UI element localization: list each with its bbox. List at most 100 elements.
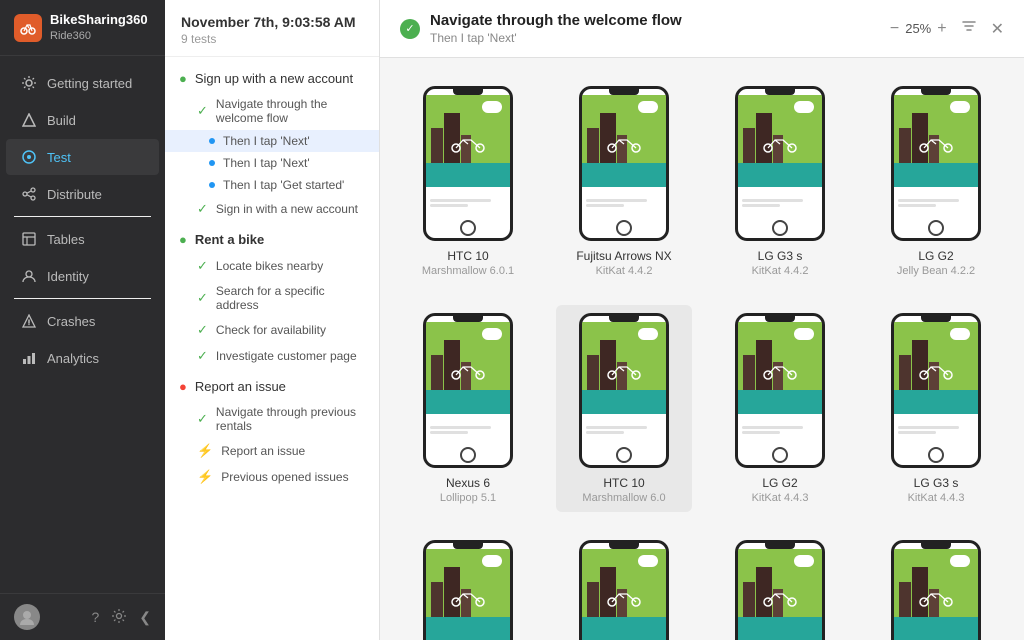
phone-home-btn <box>460 220 476 236</box>
device-card[interactable]: HTC 10 Marshmallow 6.0.1 <box>400 78 536 285</box>
help-icon[interactable]: ? <box>91 609 99 625</box>
device-os: Lollipop 5.1 <box>440 492 496 504</box>
dot-1 <box>209 138 215 144</box>
device-card[interactable]: HTC 10 Marshmallow 6.0 <box>556 305 692 512</box>
check-availability-item[interactable]: ✓ Check for availability <box>165 317 379 343</box>
screen-bottom <box>582 187 666 218</box>
device-card[interactable]: LG G3 s KitKat 4.4.3 <box>868 305 1004 512</box>
report-red-icon: ⚡ <box>197 443 213 459</box>
phone-frame <box>891 540 981 640</box>
cloud-icon <box>950 555 970 567</box>
cloud-icon <box>638 555 658 567</box>
app-subname: Ride360 <box>50 29 148 43</box>
test-icon <box>20 148 38 166</box>
screen-line-2 <box>586 431 624 434</box>
report-issue-item[interactable]: ⚡ Report an issue <box>165 438 379 464</box>
device-grid: HTC 10 Marshmallow 6.0.1 <box>380 58 1024 640</box>
sidebar-item-distribute[interactable]: Distribute <box>6 176 159 212</box>
building1 <box>431 128 443 163</box>
screen-city <box>894 322 978 390</box>
identity-icon <box>20 267 38 285</box>
device-card[interactable]: Fujitsu Arrows NX KitKat 4.4.3 <box>556 532 692 640</box>
sidebar-item-crashes[interactable]: Crashes <box>6 303 159 339</box>
rent-bike-header[interactable]: ● Rent a bike <box>165 226 379 253</box>
collapse-icon[interactable]: ❮ <box>139 609 151 626</box>
sidebar-item-build[interactable]: Build <box>6 102 159 138</box>
sign-in-account-item[interactable]: ✓ Sign in with a new account <box>165 196 379 222</box>
phone-frame <box>735 540 825 640</box>
screen-line-1 <box>586 199 647 202</box>
screen-top <box>738 95 822 163</box>
then-tap-get-started[interactable]: Then I tap 'Get started' <box>165 174 379 196</box>
test-group-signup-header[interactable]: ● Sign up with a new account <box>165 65 379 92</box>
cloud-icon <box>794 101 814 113</box>
analytics-icon <box>20 349 38 367</box>
investigate-customer-item[interactable]: ✓ Investigate customer page <box>165 343 379 369</box>
screen-bike-area <box>426 390 510 415</box>
user-avatar[interactable] <box>14 604 40 630</box>
then-tap-next-2[interactable]: Then I tap 'Next' <box>165 152 379 174</box>
screen-bike-logo <box>761 135 799 153</box>
device-card[interactable]: Nexus 6 Marshmallow 6.0.1 <box>712 532 848 640</box>
screen-top <box>738 549 822 617</box>
sidebar-divider <box>14 216 151 217</box>
dot-2 <box>209 160 215 166</box>
building1 <box>587 355 599 390</box>
sidebar-item-analytics[interactable]: Analytics <box>6 340 159 376</box>
screen-city <box>894 95 978 163</box>
screen-city <box>426 95 510 163</box>
phone-screen <box>426 95 510 218</box>
screen-city <box>582 322 666 390</box>
screen-line-2 <box>586 204 624 207</box>
phone-frame <box>423 86 513 241</box>
sidebar-item-identity[interactable]: Identity <box>6 258 159 294</box>
device-card[interactable]: Nexus 6 Lollipop 5.1 <box>400 305 536 512</box>
screen-line-2 <box>430 204 468 207</box>
screen-top <box>582 549 666 617</box>
device-card[interactable]: OnePlus 2 Lollipop 5.1.1 <box>868 532 1004 640</box>
screen-bottom <box>426 187 510 218</box>
report-label: Report an issue <box>195 379 286 394</box>
phone-screen <box>894 95 978 218</box>
building1 <box>899 355 911 390</box>
report-issue-header[interactable]: ● Report an issue <box>165 373 379 400</box>
filter-icon[interactable] <box>961 18 977 39</box>
phone-home-btn <box>772 220 788 236</box>
device-name: LG G3 s <box>914 476 959 490</box>
device-card[interactable]: LG G3 s KitKat 4.4.2 <box>712 78 848 285</box>
sidebar-item-test[interactable]: Test <box>6 139 159 175</box>
search-check: ✓ <box>197 290 208 306</box>
settings-icon[interactable] <box>111 608 127 627</box>
phone-frame <box>579 86 669 241</box>
search-address-item[interactable]: ✓ Search for a specific address <box>165 279 379 317</box>
previous-rentals-item[interactable]: ✓ Navigate through previous rentals <box>165 400 379 438</box>
screen-city <box>738 322 822 390</box>
phone-home-btn <box>772 447 788 463</box>
signin-label: Sign in with a new account <box>216 202 358 216</box>
device-card[interactable]: LG G2 Jelly Bean 4.2.2 <box>868 78 1004 285</box>
zoom-in-button[interactable]: + <box>937 21 946 37</box>
sidebar-item-tables[interactable]: Tables <box>6 221 159 257</box>
device-card[interactable]: HTC 10 Nougat 7.0 <box>400 532 536 640</box>
phone-screen <box>894 322 978 445</box>
dot-3 <box>209 182 215 188</box>
zoom-out-button[interactable]: − <box>890 21 899 37</box>
distribute-label: Distribute <box>47 187 102 202</box>
screen-city <box>582 549 666 617</box>
close-icon[interactable]: ✕ <box>991 19 1004 39</box>
screen-line-2 <box>898 204 936 207</box>
test-panel-header: November 7th, 9:03:58 AM 9 tests <box>165 0 379 57</box>
navigate-welcome-flow-item[interactable]: ✓ Navigate through the welcome flow <box>165 92 379 130</box>
device-row-1: Nexus 6 Lollipop 5.1 <box>400 305 1004 512</box>
device-card[interactable]: LG G2 KitKat 4.4.3 <box>712 305 848 512</box>
screen-bike-area <box>738 390 822 415</box>
phone-frame <box>735 313 825 468</box>
locate-bikes-item[interactable]: ✓ Locate bikes nearby <box>165 253 379 279</box>
device-card[interactable]: Fujitsu Arrows NX KitKat 4.4.2 <box>556 78 692 285</box>
previous-issues-item[interactable]: ⚡ Previous opened issues <box>165 464 379 490</box>
test-group-signup: ● Sign up with a new account ✓ Navigate … <box>165 65 379 222</box>
build-icon <box>20 111 38 129</box>
then-tap-next-1[interactable]: Then I tap 'Next' <box>165 130 379 152</box>
sidebar-item-getting-started[interactable]: Getting started <box>6 65 159 101</box>
get-started-label: Then I tap 'Get started' <box>223 178 344 192</box>
